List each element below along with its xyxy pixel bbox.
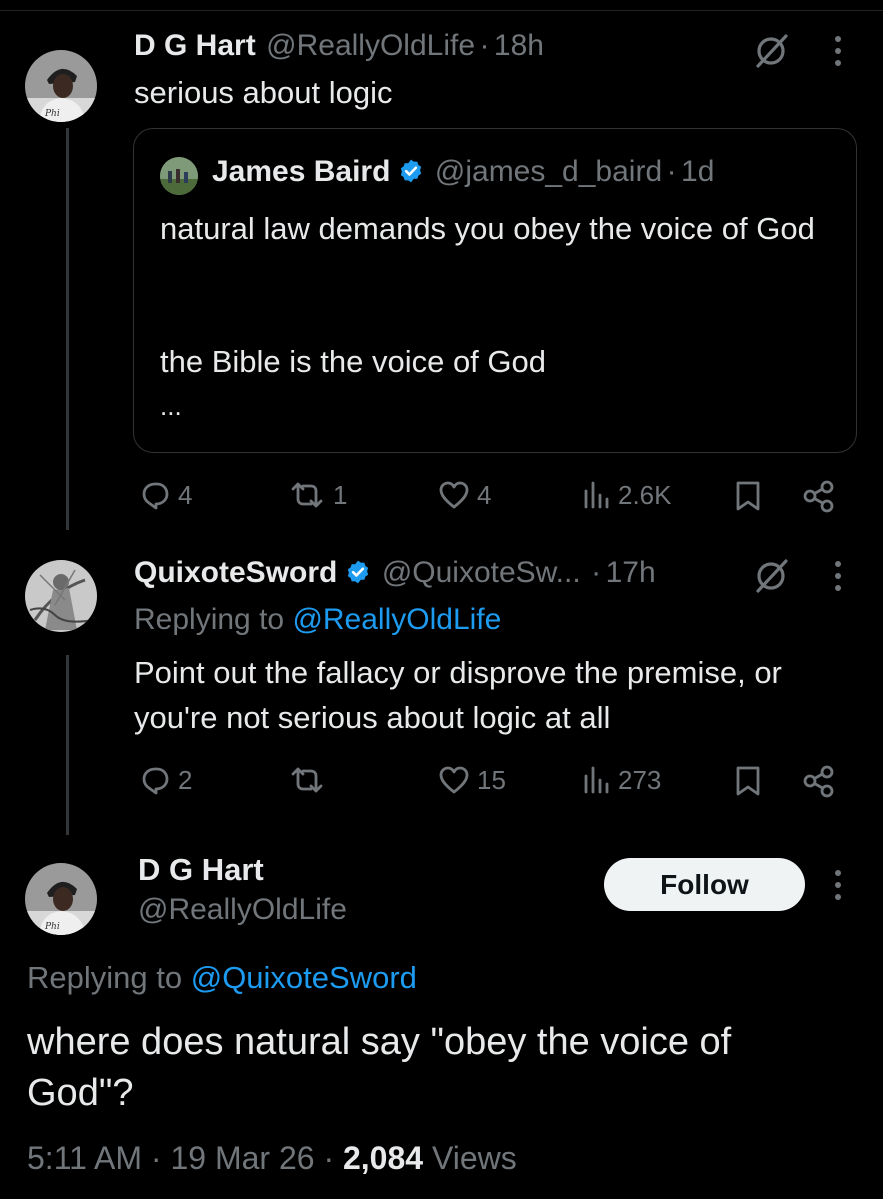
more-icon[interactable]: [831, 33, 845, 69]
views-icon: [584, 766, 609, 794]
tweet-date[interactable]: 19 Mar 26: [170, 1140, 314, 1176]
timestamp[interactable]: 18h: [494, 29, 544, 62]
author-name[interactable]: D G Hart: [134, 29, 256, 62]
author-handle[interactable]: @QuixoteSw...: [382, 556, 581, 589]
avatar[interactable]: Phi: [25, 863, 97, 935]
avatar[interactable]: Phi: [25, 50, 97, 122]
bookmark-icon[interactable]: [733, 764, 763, 798]
views-icon: [584, 481, 609, 509]
avatar[interactable]: [25, 560, 97, 632]
quoted-tweet[interactable]: James Baird @james_d_baird · 1d natural …: [133, 128, 857, 453]
tweet-time[interactable]: 5:11 AM: [27, 1140, 142, 1176]
verified-badge-icon: [398, 158, 424, 184]
bookmark-icon[interactable]: [733, 479, 763, 513]
views-count: 2,084: [342, 1140, 424, 1176]
quote-timestamp[interactable]: 1d: [681, 155, 714, 188]
reply-count: 2: [178, 764, 193, 795]
avatar[interactable]: [160, 157, 198, 195]
replying-to-link[interactable]: @ReallyOldLife: [292, 603, 501, 636]
heart-icon: [439, 481, 469, 509]
replying-to-label: Replying to: [27, 960, 183, 995]
author-name[interactable]: QuixoteSword: [134, 556, 337, 589]
more-icon[interactable]: [831, 558, 845, 594]
views-button[interactable]: 2.6K: [582, 479, 672, 511]
repost-button[interactable]: [287, 764, 333, 796]
separator: ·: [479, 29, 490, 62]
quote-author-handle[interactable]: @james_d_baird: [435, 155, 662, 188]
share-icon[interactable]: [801, 479, 837, 513]
separator: ·: [591, 556, 602, 589]
like-button[interactable]: 4: [437, 479, 491, 511]
repost-button[interactable]: 1: [287, 479, 347, 511]
reply-button[interactable]: 2: [138, 764, 192, 796]
reply-icon: [142, 482, 169, 510]
author-name[interactable]: D G Hart: [138, 852, 264, 888]
thread-line: [66, 655, 69, 835]
replying-to-label: Replying to: [134, 603, 285, 636]
svg-text:Phi: Phi: [44, 109, 60, 119]
grok-icon[interactable]: [752, 557, 790, 595]
heart-icon: [439, 766, 469, 794]
views-count: 2.6K: [618, 479, 672, 510]
views-button[interactable]: 273: [582, 764, 661, 796]
like-button[interactable]: 15: [437, 764, 506, 796]
tweet-text: serious about logic: [134, 75, 393, 110]
reply-count: 4: [178, 479, 193, 510]
tweet-text: where does natural say "obey the voice o…: [27, 1021, 732, 1114]
repost-count: 1: [333, 479, 348, 510]
timestamp[interactable]: 17h: [606, 556, 656, 589]
grok-icon[interactable]: [752, 32, 790, 70]
author-handle[interactable]: @ReallyOldLife: [266, 29, 475, 62]
views-count: 273: [618, 764, 662, 795]
thread-line: [66, 128, 69, 530]
more-icon[interactable]: [831, 867, 845, 903]
like-count: 4: [477, 479, 492, 510]
quote-ellipsis: ...: [160, 391, 182, 421]
svg-text:Phi: Phi: [44, 922, 60, 932]
repost-icon: [291, 482, 323, 508]
reply-button[interactable]: 4: [138, 479, 192, 511]
separator: ·: [323, 1140, 335, 1176]
separator: ·: [666, 155, 677, 188]
share-icon[interactable]: [801, 764, 837, 798]
tweet-text: Point out the fallacy or disprove the pr…: [134, 655, 782, 735]
reply-icon: [142, 767, 169, 795]
quote-text-line1: natural law demands you obey the voice o…: [160, 211, 815, 246]
repost-icon: [291, 767, 323, 793]
views-label: Views: [431, 1140, 517, 1176]
top-divider: [0, 10, 883, 11]
like-count: 15: [477, 764, 506, 795]
verified-badge-icon: [345, 559, 371, 585]
quote-author-name[interactable]: James Baird: [212, 155, 390, 188]
quote-text-line2: the Bible is the voice of God: [160, 344, 547, 379]
author-handle[interactable]: @ReallyOldLife: [138, 893, 347, 927]
replying-to-link[interactable]: @QuixoteSword: [191, 960, 417, 995]
follow-button[interactable]: Follow: [604, 858, 805, 911]
separator: ·: [150, 1140, 162, 1176]
tweet-meta: 5:11 AM · 19 Mar 26 · 2,084 Views: [27, 1140, 517, 1177]
